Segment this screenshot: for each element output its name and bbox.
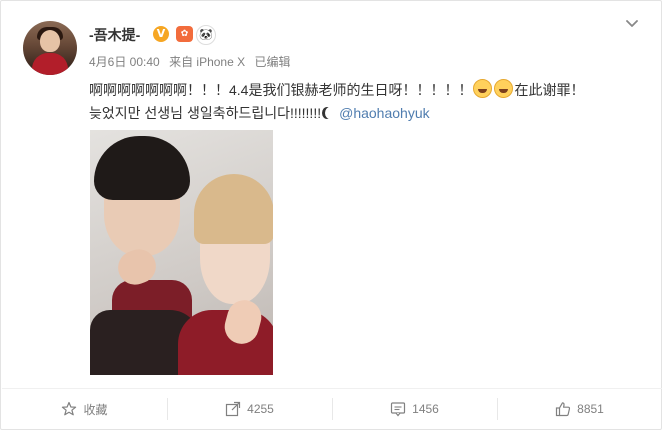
post-text-tail: 在此谢罪！ (514, 82, 585, 98)
post-date-link[interactable]: 4月6日 00:40 (89, 55, 160, 69)
post-text-main: 啊啊啊啊啊啊啊！！！4.4是我们银赫老师的生日呀！！！！！ (89, 82, 473, 98)
edited-label[interactable]: 已编辑 (254, 55, 290, 69)
avatar-face (40, 30, 60, 52)
repost-button[interactable]: 4255 (167, 389, 332, 429)
avatar-body (32, 53, 68, 75)
post-photo[interactable] (90, 130, 273, 375)
comment-button[interactable]: 1456 (332, 389, 497, 429)
username-link[interactable]: -吾木提- (89, 25, 140, 45)
photo-person-right-hair (194, 174, 273, 244)
action-bar: 收藏 4255 1456 8851 (2, 389, 662, 429)
favorite-label: 收藏 (83, 402, 108, 417)
crying-emoji-icon (494, 79, 514, 98)
verified-icon[interactable]: V (153, 26, 169, 42)
panda-badge-icon[interactable]: 🐼 (196, 25, 216, 45)
post-text-line-2: 늦었지만 선생님 생일축하드립니다!!!!!!!! @haohaohyuk (89, 103, 430, 123)
chevron-down-icon[interactable] (623, 15, 641, 33)
post-text-line-1: 啊啊啊啊啊啊啊！！！4.4是我们银赫老师的生日呀！！！！！ 在此谢罪！ (89, 79, 584, 100)
mention-link[interactable]: @haohaohyuk (339, 105, 430, 121)
like-count: 8851 (577, 402, 604, 416)
repost-count: 4255 (247, 402, 274, 416)
member-badge-icon[interactable]: ✿ (176, 26, 193, 42)
weibo-post-card: -吾木提- V ✿ 🐼 4月6日 00:40 来自 iPhone X 已编辑 啊… (0, 0, 662, 430)
share-arrow-icon (226, 401, 241, 417)
star-icon (62, 401, 77, 416)
avatar[interactable] (23, 21, 77, 75)
photo-person-left-hair (94, 136, 190, 200)
post-text-korean: 늦었지만 선생님 생일축하드립니다!!!!!!!! (89, 105, 322, 121)
favorite-button[interactable]: 收藏 (2, 389, 167, 429)
post-meta: 4月6日 00:40 来自 iPhone X 已编辑 (89, 53, 296, 70)
post-source-link[interactable]: 来自 iPhone X (169, 55, 245, 69)
comment-icon (391, 402, 406, 417)
thumbs-up-icon (556, 402, 571, 417)
comment-count: 1456 (412, 402, 439, 416)
moon-emoji-icon (325, 107, 335, 119)
like-button[interactable]: 8851 (497, 389, 662, 429)
crying-emoji-icon (473, 79, 493, 98)
